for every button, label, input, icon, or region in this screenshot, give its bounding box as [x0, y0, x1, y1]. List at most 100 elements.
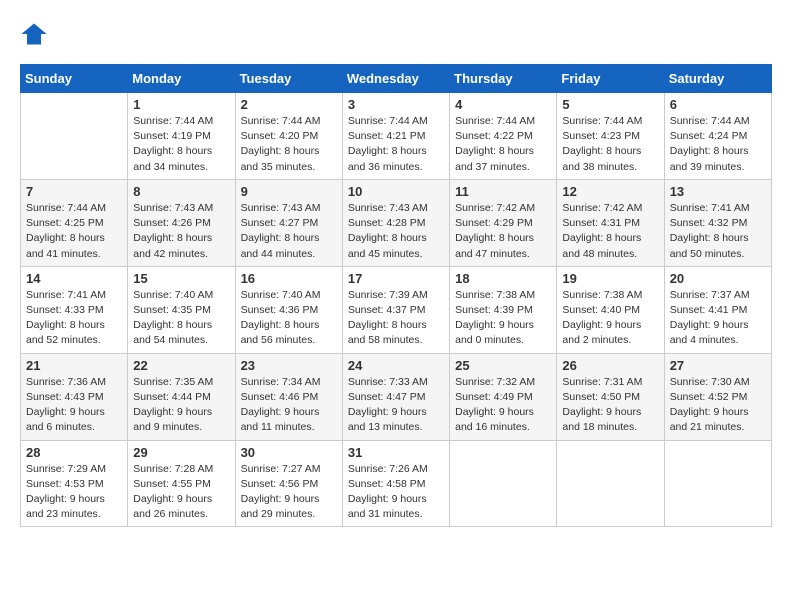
day-info: Sunrise: 7:28 AMSunset: 4:55 PMDaylight:… [133, 462, 229, 523]
day-number: 29 [133, 445, 229, 460]
calendar-table: SundayMondayTuesdayWednesdayThursdayFrid… [20, 64, 772, 527]
calendar-cell: 31 Sunrise: 7:26 AMSunset: 4:58 PMDaylig… [342, 440, 449, 527]
day-info: Sunrise: 7:44 AMSunset: 4:20 PMDaylight:… [241, 114, 337, 175]
day-info: Sunrise: 7:41 AMSunset: 4:33 PMDaylight:… [26, 288, 122, 349]
day-number: 31 [348, 445, 444, 460]
day-number: 13 [670, 184, 766, 199]
calendar-cell [450, 440, 557, 527]
calendar-cell: 15 Sunrise: 7:40 AMSunset: 4:35 PMDaylig… [128, 266, 235, 353]
calendar-cell: 17 Sunrise: 7:39 AMSunset: 4:37 PMDaylig… [342, 266, 449, 353]
calendar-cell: 5 Sunrise: 7:44 AMSunset: 4:23 PMDayligh… [557, 93, 664, 180]
logo [20, 20, 52, 48]
day-info: Sunrise: 7:44 AMSunset: 4:19 PMDaylight:… [133, 114, 229, 175]
day-info: Sunrise: 7:39 AMSunset: 4:37 PMDaylight:… [348, 288, 444, 349]
day-info: Sunrise: 7:31 AMSunset: 4:50 PMDaylight:… [562, 375, 658, 436]
calendar-cell: 30 Sunrise: 7:27 AMSunset: 4:56 PMDaylig… [235, 440, 342, 527]
calendar-week-4: 28 Sunrise: 7:29 AMSunset: 4:53 PMDaylig… [21, 440, 772, 527]
calendar-cell: 22 Sunrise: 7:35 AMSunset: 4:44 PMDaylig… [128, 353, 235, 440]
day-number: 3 [348, 97, 444, 112]
calendar-cell: 18 Sunrise: 7:38 AMSunset: 4:39 PMDaylig… [450, 266, 557, 353]
day-number: 12 [562, 184, 658, 199]
calendar-cell: 23 Sunrise: 7:34 AMSunset: 4:46 PMDaylig… [235, 353, 342, 440]
calendar-cell: 13 Sunrise: 7:41 AMSunset: 4:32 PMDaylig… [664, 179, 771, 266]
day-number: 9 [241, 184, 337, 199]
calendar-cell [664, 440, 771, 527]
day-number: 28 [26, 445, 122, 460]
day-number: 26 [562, 358, 658, 373]
weekday-header-monday: Monday [128, 65, 235, 93]
day-info: Sunrise: 7:43 AMSunset: 4:27 PMDaylight:… [241, 201, 337, 262]
calendar-week-1: 7 Sunrise: 7:44 AMSunset: 4:25 PMDayligh… [21, 179, 772, 266]
calendar-cell: 29 Sunrise: 7:28 AMSunset: 4:55 PMDaylig… [128, 440, 235, 527]
day-info: Sunrise: 7:27 AMSunset: 4:56 PMDaylight:… [241, 462, 337, 523]
calendar-cell: 9 Sunrise: 7:43 AMSunset: 4:27 PMDayligh… [235, 179, 342, 266]
day-info: Sunrise: 7:38 AMSunset: 4:39 PMDaylight:… [455, 288, 551, 349]
day-info: Sunrise: 7:35 AMSunset: 4:44 PMDaylight:… [133, 375, 229, 436]
day-number: 4 [455, 97, 551, 112]
calendar-cell: 2 Sunrise: 7:44 AMSunset: 4:20 PMDayligh… [235, 93, 342, 180]
day-number: 17 [348, 271, 444, 286]
day-info: Sunrise: 7:44 AMSunset: 4:22 PMDaylight:… [455, 114, 551, 175]
day-number: 15 [133, 271, 229, 286]
calendar-cell: 4 Sunrise: 7:44 AMSunset: 4:22 PMDayligh… [450, 93, 557, 180]
weekday-header-tuesday: Tuesday [235, 65, 342, 93]
day-number: 16 [241, 271, 337, 286]
weekday-header-sunday: Sunday [21, 65, 128, 93]
day-number: 22 [133, 358, 229, 373]
day-number: 30 [241, 445, 337, 460]
day-number: 19 [562, 271, 658, 286]
calendar-cell: 28 Sunrise: 7:29 AMSunset: 4:53 PMDaylig… [21, 440, 128, 527]
day-number: 5 [562, 97, 658, 112]
day-number: 27 [670, 358, 766, 373]
logo-icon [20, 20, 48, 48]
day-info: Sunrise: 7:29 AMSunset: 4:53 PMDaylight:… [26, 462, 122, 523]
day-number: 6 [670, 97, 766, 112]
day-info: Sunrise: 7:44 AMSunset: 4:21 PMDaylight:… [348, 114, 444, 175]
day-info: Sunrise: 7:41 AMSunset: 4:32 PMDaylight:… [670, 201, 766, 262]
day-info: Sunrise: 7:44 AMSunset: 4:23 PMDaylight:… [562, 114, 658, 175]
weekday-header-friday: Friday [557, 65, 664, 93]
day-info: Sunrise: 7:40 AMSunset: 4:36 PMDaylight:… [241, 288, 337, 349]
weekday-header-row: SundayMondayTuesdayWednesdayThursdayFrid… [21, 65, 772, 93]
calendar-cell: 24 Sunrise: 7:33 AMSunset: 4:47 PMDaylig… [342, 353, 449, 440]
calendar-cell [21, 93, 128, 180]
day-number: 20 [670, 271, 766, 286]
header [20, 20, 772, 48]
calendar-week-2: 14 Sunrise: 7:41 AMSunset: 4:33 PMDaylig… [21, 266, 772, 353]
day-info: Sunrise: 7:44 AMSunset: 4:24 PMDaylight:… [670, 114, 766, 175]
calendar-cell: 25 Sunrise: 7:32 AMSunset: 4:49 PMDaylig… [450, 353, 557, 440]
calendar-cell: 3 Sunrise: 7:44 AMSunset: 4:21 PMDayligh… [342, 93, 449, 180]
calendar-cell: 10 Sunrise: 7:43 AMSunset: 4:28 PMDaylig… [342, 179, 449, 266]
day-info: Sunrise: 7:26 AMSunset: 4:58 PMDaylight:… [348, 462, 444, 523]
calendar-cell: 1 Sunrise: 7:44 AMSunset: 4:19 PMDayligh… [128, 93, 235, 180]
weekday-header-thursday: Thursday [450, 65, 557, 93]
day-info: Sunrise: 7:36 AMSunset: 4:43 PMDaylight:… [26, 375, 122, 436]
calendar-cell: 7 Sunrise: 7:44 AMSunset: 4:25 PMDayligh… [21, 179, 128, 266]
day-number: 21 [26, 358, 122, 373]
day-info: Sunrise: 7:32 AMSunset: 4:49 PMDaylight:… [455, 375, 551, 436]
day-info: Sunrise: 7:40 AMSunset: 4:35 PMDaylight:… [133, 288, 229, 349]
day-info: Sunrise: 7:43 AMSunset: 4:28 PMDaylight:… [348, 201, 444, 262]
calendar-body: 1 Sunrise: 7:44 AMSunset: 4:19 PMDayligh… [21, 93, 772, 527]
day-info: Sunrise: 7:42 AMSunset: 4:31 PMDaylight:… [562, 201, 658, 262]
calendar-cell: 11 Sunrise: 7:42 AMSunset: 4:29 PMDaylig… [450, 179, 557, 266]
calendar-cell: 6 Sunrise: 7:44 AMSunset: 4:24 PMDayligh… [664, 93, 771, 180]
day-number: 11 [455, 184, 551, 199]
calendar-cell: 8 Sunrise: 7:43 AMSunset: 4:26 PMDayligh… [128, 179, 235, 266]
calendar-week-3: 21 Sunrise: 7:36 AMSunset: 4:43 PMDaylig… [21, 353, 772, 440]
day-number: 7 [26, 184, 122, 199]
day-info: Sunrise: 7:30 AMSunset: 4:52 PMDaylight:… [670, 375, 766, 436]
day-info: Sunrise: 7:44 AMSunset: 4:25 PMDaylight:… [26, 201, 122, 262]
calendar-cell: 16 Sunrise: 7:40 AMSunset: 4:36 PMDaylig… [235, 266, 342, 353]
day-number: 2 [241, 97, 337, 112]
day-info: Sunrise: 7:38 AMSunset: 4:40 PMDaylight:… [562, 288, 658, 349]
day-number: 14 [26, 271, 122, 286]
calendar-cell: 20 Sunrise: 7:37 AMSunset: 4:41 PMDaylig… [664, 266, 771, 353]
day-number: 18 [455, 271, 551, 286]
day-info: Sunrise: 7:43 AMSunset: 4:26 PMDaylight:… [133, 201, 229, 262]
day-info: Sunrise: 7:33 AMSunset: 4:47 PMDaylight:… [348, 375, 444, 436]
day-info: Sunrise: 7:42 AMSunset: 4:29 PMDaylight:… [455, 201, 551, 262]
calendar-cell: 21 Sunrise: 7:36 AMSunset: 4:43 PMDaylig… [21, 353, 128, 440]
calendar-cell: 27 Sunrise: 7:30 AMSunset: 4:52 PMDaylig… [664, 353, 771, 440]
calendar-cell: 12 Sunrise: 7:42 AMSunset: 4:31 PMDaylig… [557, 179, 664, 266]
